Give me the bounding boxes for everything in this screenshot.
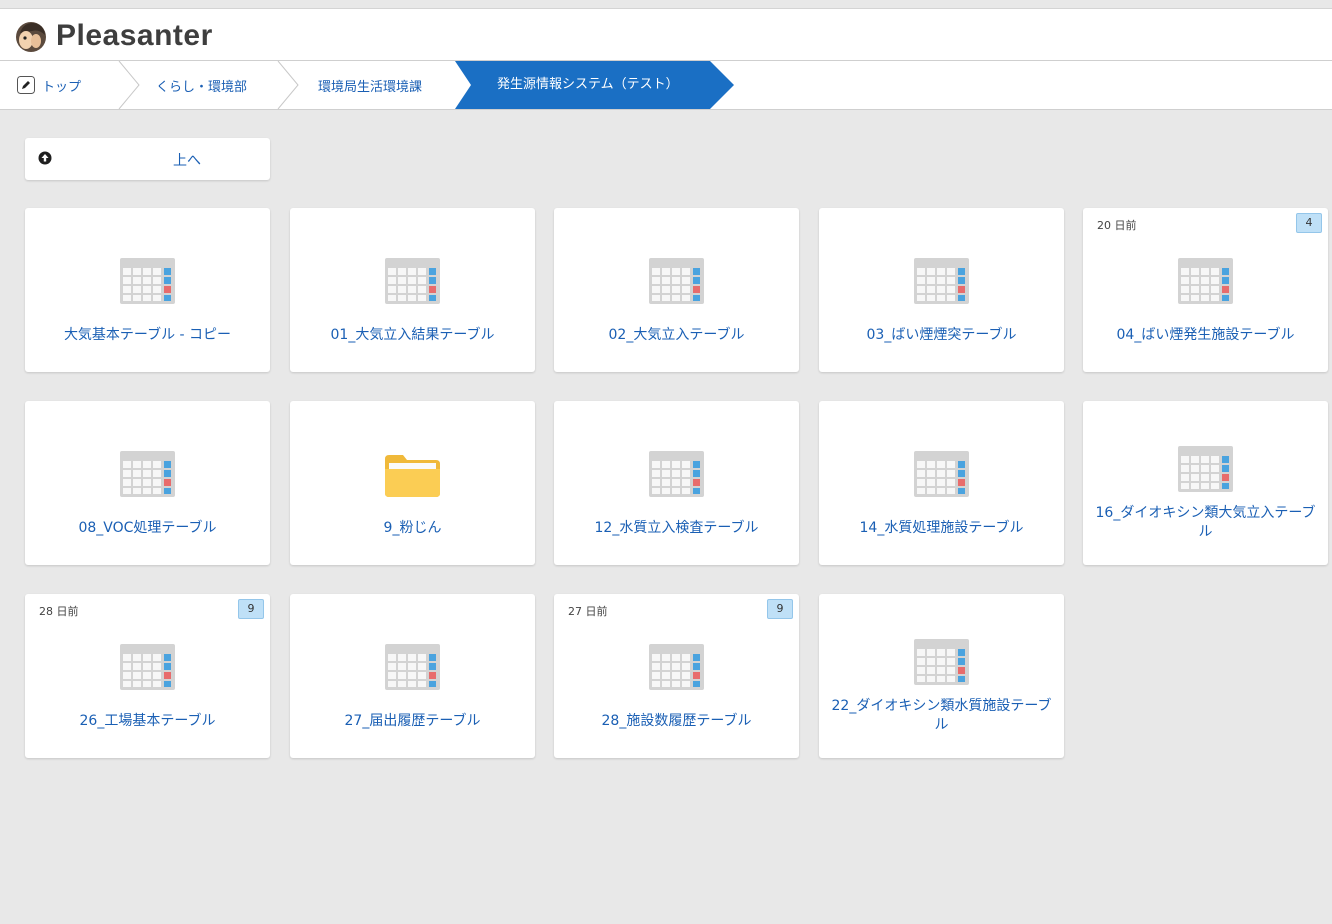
tile-table[interactable]: 20 日前 4 04_ばい煙発生施設テーブル bbox=[1083, 208, 1328, 372]
tile-table[interactable]: 27 日前 9 28_施設数履歴テーブル bbox=[554, 594, 799, 758]
app-name: Pleasanter bbox=[56, 19, 213, 52]
tile-label: 16_ダイオキシン類大気立入テーブル bbox=[1095, 505, 1316, 540]
tile-label: 大気基本テーブル - コピー bbox=[63, 327, 232, 343]
tile-label: 08_VOC処理テーブル bbox=[78, 520, 217, 536]
tile-table[interactable]: 22_ダイオキシン類水質施設テーブル bbox=[819, 594, 1064, 758]
table-icon bbox=[649, 451, 704, 497]
breadcrumb-label: トップ bbox=[42, 79, 82, 95]
tile-label: 14_水質処理施設テーブル bbox=[859, 520, 1024, 536]
tile-table[interactable]: 27_届出履歴テーブル bbox=[290, 594, 535, 758]
tile-table[interactable]: 03_ばい煙煙突テーブル bbox=[819, 208, 1064, 372]
tile-table[interactable]: 14_水質処理施設テーブル bbox=[819, 401, 1064, 565]
tile-label: 04_ばい煙発生施設テーブル bbox=[1116, 327, 1295, 343]
tile-label: 9_粉じん bbox=[383, 520, 442, 536]
table-icon bbox=[120, 644, 175, 690]
breadcrumb-item-kurashi[interactable]: くらし・環境部 bbox=[156, 61, 247, 109]
tile-table[interactable]: 28 日前 9 26_工場基本テーブル bbox=[25, 594, 270, 758]
arrow-up-circle-icon bbox=[38, 151, 52, 165]
table-icon bbox=[1178, 258, 1233, 304]
table-icon bbox=[914, 639, 969, 685]
tile-label: 28_施設数履歴テーブル bbox=[601, 713, 752, 729]
tile-folder[interactable]: 9_粉じん bbox=[290, 401, 535, 565]
table-icon bbox=[120, 258, 175, 304]
tile-table[interactable]: 08_VOC処理テーブル bbox=[25, 401, 270, 565]
breadcrumb-label: 環境局生活環境課 bbox=[318, 79, 423, 95]
tile-table[interactable]: 12_水質立入検査テーブル bbox=[554, 401, 799, 565]
tile-label: 12_水質立入検査テーブル bbox=[594, 520, 759, 536]
table-icon bbox=[649, 644, 704, 690]
app-header: Pleasanter bbox=[0, 8, 1332, 61]
tile-table[interactable]: 01_大気立入結果テーブル bbox=[290, 208, 535, 372]
tile-updated-date: 20 日前 bbox=[1097, 219, 1137, 232]
tile-label: 02_大気立入テーブル bbox=[608, 327, 745, 343]
tile-label: 22_ダイオキシン類水質施設テーブル bbox=[831, 698, 1052, 733]
table-icon bbox=[385, 644, 440, 690]
breadcrumb-label: くらし・環境部 bbox=[156, 79, 248, 95]
tile-label: 01_大気立入結果テーブル bbox=[330, 327, 495, 343]
edit-icon[interactable] bbox=[17, 76, 35, 94]
tile-update-count-badge: 4 bbox=[1296, 213, 1322, 233]
tile-table[interactable]: 02_大気立入テーブル bbox=[554, 208, 799, 372]
up-button-label: 上へ bbox=[173, 153, 201, 169]
tile-label: 26_工場基本テーブル bbox=[79, 713, 216, 729]
breadcrumb-item-top[interactable]: トップ bbox=[42, 61, 81, 109]
breadcrumb: トップ くらし・環境部 環境局生活環境課 発生源情報システム（テスト） bbox=[0, 60, 1332, 110]
pleasanter-logo-icon bbox=[16, 22, 46, 52]
table-icon bbox=[1178, 446, 1233, 492]
up-button[interactable]: 上へ bbox=[25, 138, 270, 180]
tile-table[interactable]: 大気基本テーブル - コピー bbox=[25, 208, 270, 372]
table-icon bbox=[914, 451, 969, 497]
table-icon bbox=[120, 451, 175, 497]
tile-label: 03_ばい煙煙突テーブル bbox=[866, 327, 1017, 343]
breadcrumb-item-seikatsu[interactable]: 環境局生活環境課 bbox=[318, 61, 422, 109]
breadcrumb-separator-icon bbox=[277, 61, 299, 109]
table-icon bbox=[649, 258, 704, 304]
breadcrumb-current: 発生源情報システム（テスト） bbox=[497, 77, 679, 92]
tile-updated-date: 28 日前 bbox=[39, 605, 79, 618]
tile-table[interactable]: 16_ダイオキシン類大気立入テーブル bbox=[1083, 401, 1328, 565]
table-icon bbox=[914, 258, 969, 304]
folder-icon bbox=[385, 455, 440, 497]
breadcrumb-separator-icon bbox=[118, 61, 140, 109]
app-logo[interactable]: Pleasanter bbox=[14, 19, 213, 53]
table-icon bbox=[385, 258, 440, 304]
tile-update-count-badge: 9 bbox=[238, 599, 264, 619]
tile-update-count-badge: 9 bbox=[767, 599, 793, 619]
tile-updated-date: 27 日前 bbox=[568, 605, 608, 618]
tile-label: 27_届出履歴テーブル bbox=[344, 713, 481, 729]
